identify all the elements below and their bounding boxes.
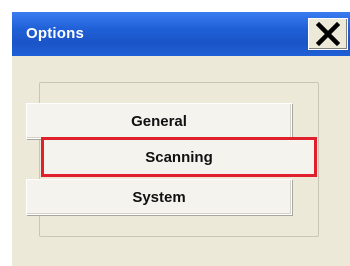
system-button[interactable]: System [26,179,292,215]
scanning-button[interactable]: Scanning [41,137,317,177]
close-x-icon [315,21,341,47]
title-bar[interactable]: Options [12,12,350,56]
window-title: Options [26,25,85,42]
close-button[interactable] [308,18,348,50]
general-button[interactable]: General [26,103,292,139]
